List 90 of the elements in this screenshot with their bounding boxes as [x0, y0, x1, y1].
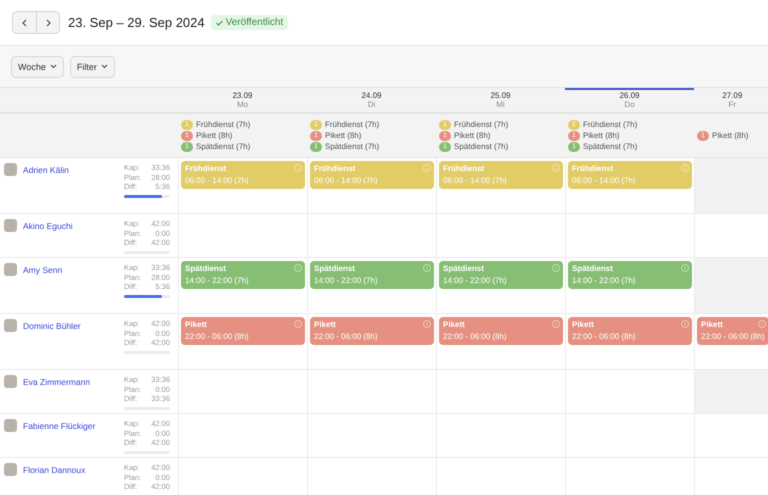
avatar [4, 219, 17, 232]
day-date: 26.09 [619, 91, 640, 100]
info-icon[interactable] [681, 264, 689, 272]
shift-title: Pikett [314, 320, 337, 329]
weekday-label: Mi [496, 100, 505, 109]
info-icon[interactable] [552, 164, 560, 172]
shift-summary-label: Pikett (8h) [196, 131, 232, 140]
weekday-label: Fr [728, 100, 736, 109]
info-icon[interactable] [423, 320, 431, 328]
shift-time: 06:00 - 14:00 (7h) [185, 176, 250, 185]
info-icon[interactable] [294, 320, 302, 328]
employee-name-link[interactable]: Amy Senn [23, 265, 62, 275]
shift-summary-label: Frühdienst (7h) [583, 120, 638, 129]
shift-summary-label: Pikett (8h) [454, 131, 490, 140]
shift-time: 14:00 - 22:00 (7h) [572, 276, 637, 285]
shift-time: 22:00 - 06:00 (8h) [572, 332, 637, 341]
shift-summary-label: Pikett (8h) [712, 131, 748, 140]
shift-summary-label: Frühdienst (7h) [454, 120, 508, 129]
shift-time: 22:00 - 06:00 (8h) [314, 332, 379, 341]
avatar [4, 463, 17, 476]
day-date: 27.09 [722, 91, 742, 100]
info-icon[interactable] [681, 320, 689, 328]
avatar [4, 419, 17, 432]
chevron-left-icon [20, 18, 28, 26]
shift-title: Spätdienst [185, 264, 227, 273]
info-icon[interactable] [423, 164, 431, 172]
caret-icon [50, 64, 57, 69]
info-icon[interactable] [423, 264, 431, 272]
employee-name-link[interactable]: Fabienne Flückiger [23, 421, 96, 431]
check-icon [216, 20, 223, 26]
shift-summary-label: Frühdienst (7h) [325, 120, 380, 129]
shift-title: Pikett [701, 320, 724, 329]
employee-name-link[interactable]: Adrien Kälin [23, 165, 69, 175]
shift-summary-label: Spätdienst (7h) [583, 142, 638, 151]
day-date: 25.09 [490, 91, 511, 100]
shift-summary-label: Frühdienst (7h) [196, 120, 250, 129]
shift-time: 22:00 - 06:00 (8h) [185, 332, 250, 341]
info-icon[interactable] [758, 320, 766, 328]
published-badge: Veröffentlicht [210, 15, 288, 30]
avatar [4, 375, 17, 388]
day-date: 24.09 [361, 91, 382, 100]
info-icon[interactable] [552, 320, 560, 328]
shift-title: Pikett [443, 320, 466, 329]
info-icon[interactable] [681, 164, 689, 172]
day-header[interactable]: 26.09 Do [565, 88, 694, 114]
shift-title: Pikett [185, 320, 208, 329]
day-header[interactable]: 24.09 Di [307, 88, 436, 114]
shift-time: 14:00 - 22:00 (7h) [443, 276, 508, 285]
shift-time: 14:00 - 22:00 (7h) [314, 276, 379, 285]
shift-summary-label: Spätdienst (7h) [196, 142, 250, 151]
shift-summary-label: Spätdienst (7h) [454, 142, 508, 151]
shift-time: 14:00 - 22:00 (7h) [185, 276, 250, 285]
shift-title: Pikett [572, 320, 595, 329]
shift-title: Frühdienst [185, 164, 228, 173]
chevron-right-icon [44, 18, 52, 26]
employee-name-link[interactable]: Dominic Bühler [23, 321, 81, 331]
shift-title: Spätdienst [572, 264, 614, 273]
info-icon[interactable] [552, 264, 560, 272]
shift-title: Spätdienst [443, 264, 485, 273]
shift-time: 06:00 - 14:00 (7h) [443, 176, 508, 185]
caret-icon [100, 64, 108, 69]
shift-summary-label: Spätdienst (7h) [325, 142, 380, 151]
shift-time: 22:00 - 06:00 (8h) [701, 332, 765, 341]
day-header[interactable]: 23.09 Mo [178, 88, 307, 114]
employee-name-link[interactable]: Florian Dannoux [23, 465, 86, 475]
weekday-label: Do [624, 100, 635, 109]
shift-time: 06:00 - 14:00 (7h) [314, 176, 379, 185]
avatar [4, 319, 17, 332]
shift-summary-label: Pikett (8h) [325, 131, 362, 140]
employee-name-link[interactable]: Eva Zimmermann [23, 377, 90, 387]
shift-time: 06:00 - 14:00 (7h) [572, 176, 637, 185]
info-icon[interactable] [294, 164, 302, 172]
weekday-label: Di [368, 100, 376, 109]
shift-summary-label: Pikett (8h) [583, 131, 620, 140]
shift-title: Spätdienst [314, 264, 356, 273]
employee-name-link[interactable]: Akino Eguchi [23, 221, 73, 231]
avatar [4, 263, 17, 276]
weekday-label: Mo [236, 100, 248, 109]
shift-title: Frühdienst [443, 164, 486, 173]
shift-time: 22:00 - 06:00 (8h) [443, 332, 508, 341]
shift-title: Frühdienst [572, 164, 614, 173]
avatar [4, 163, 17, 176]
date-range-title: 23. Sep – 29. Sep 2024 [68, 15, 205, 30]
dropdown-button[interactable]: Woche [11, 56, 64, 78]
dropdown-button[interactable]: Filter [70, 56, 115, 78]
day-header[interactable]: 27.09 Fr [694, 88, 768, 114]
info-icon[interactable] [294, 264, 302, 272]
day-header[interactable]: 25.09 Mi [436, 88, 565, 114]
shift-title: Frühdienst [314, 164, 356, 173]
day-date: 23.09 [232, 91, 253, 100]
